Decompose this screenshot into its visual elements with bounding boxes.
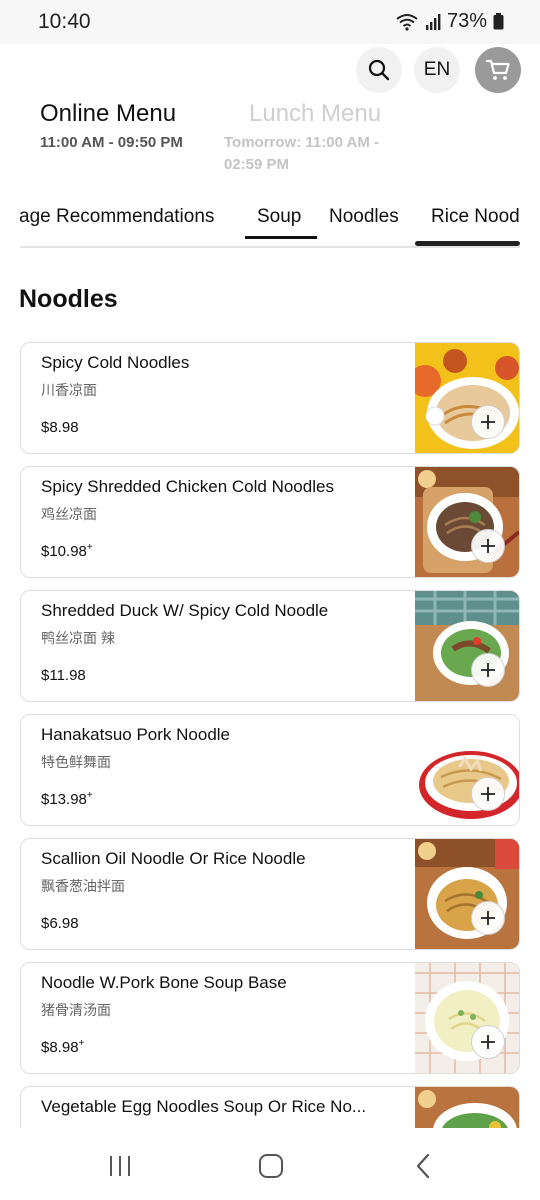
- item-price-value: $13.98: [41, 791, 87, 808]
- item-price-value: $8.98: [41, 419, 79, 436]
- item-price-value: $10.98: [41, 543, 87, 560]
- item-name: Hanakatsuo Pork Noodle: [41, 725, 231, 744]
- menu-item-card[interactable]: Spicy Shredded Chicken Cold Noodles 鸡丝凉面…: [20, 466, 520, 578]
- item-photo: [415, 963, 519, 1073]
- menu-hours: 11:00 AM - 09:50 PM: [40, 134, 183, 151]
- battery-icon: [493, 13, 504, 30]
- item-name: Noodle W.Pork Bone Soup Base: [41, 973, 287, 992]
- item-price: $13.98+: [41, 790, 93, 808]
- item-name: Scallion Oil Noodle Or Rice Noodle: [41, 849, 306, 868]
- wifi-icon: [396, 13, 418, 31]
- plus-icon: [481, 787, 495, 801]
- add-to-cart-button[interactable]: [471, 1025, 505, 1059]
- item-name: Shredded Duck W/ Spicy Cold Noodle: [41, 601, 329, 620]
- plus-icon: [481, 663, 495, 677]
- search-icon: [368, 59, 390, 81]
- menu-item-card[interactable]: Hanakatsuo Pork Noodle 特色鲜舞面 $13.98+: [20, 714, 520, 826]
- menu-tab-online[interactable]: Online Menu 11:00 AM - 09:50 PM: [40, 100, 210, 154]
- category-scroll-track: [20, 246, 520, 248]
- item-chinese-name: 鸭丝凉面 辣: [41, 630, 115, 646]
- menu-item-card[interactable]: Shredded Duck W/ Spicy Cold Noodle 鸭丝凉面 …: [20, 590, 520, 702]
- menu-name: Lunch Menu: [249, 100, 382, 127]
- category-tab-rice-noodles[interactable]: Rice Nood: [431, 206, 520, 228]
- recent-apps-icon[interactable]: [108, 1154, 132, 1178]
- signal-icon: [425, 13, 441, 30]
- back-icon[interactable]: [414, 1153, 432, 1179]
- category-scrollbar[interactable]: [415, 241, 520, 246]
- item-chinese-name: 猪骨清汤面: [41, 1002, 111, 1018]
- item-price-value: $6.98: [41, 915, 79, 932]
- add-to-cart-button[interactable]: [471, 405, 505, 439]
- item-price: $8.98: [41, 418, 79, 436]
- cart-icon: [485, 59, 510, 80]
- item-photo: [415, 591, 519, 701]
- menu-hours-line1: Tomorrow: 11:00 AM -: [224, 134, 380, 151]
- cart-button[interactable]: [475, 47, 521, 93]
- system-navigation-bar: [0, 1128, 540, 1200]
- item-photo: [415, 467, 519, 577]
- item-chinese-name: 飘香葱油拌面: [41, 878, 125, 894]
- plus-icon: [481, 1035, 495, 1049]
- plus-icon: [481, 415, 495, 429]
- item-price-value: $11.98: [41, 667, 86, 684]
- item-name: Spicy Cold Noodles: [41, 353, 190, 372]
- item-chinese-name: 特色鲜舞面: [41, 754, 111, 770]
- menu-item-card[interactable]: Noodle W.Pork Bone Soup Base 猪骨清汤面 $8.98…: [20, 962, 520, 1074]
- search-button[interactable]: [356, 47, 402, 93]
- category-tab-recommendations[interactable]: age Recommendations: [19, 206, 214, 228]
- item-chinese-name: 川香凉面: [41, 382, 97, 398]
- selected-tab-indicator: [245, 236, 317, 239]
- category-tab-soup[interactable]: Soup: [257, 206, 301, 228]
- section-title: Noodles: [19, 285, 118, 313]
- item-price: $11.98: [41, 666, 86, 684]
- menu-item-card[interactable]: Scallion Oil Noodle Or Rice Noodle 飘香葱油拌…: [20, 838, 520, 950]
- item-price: $6.98: [41, 914, 79, 932]
- item-name: Spicy Shredded Chicken Cold Noodles: [41, 477, 334, 496]
- menu-tab-lunch[interactable]: Lunch Menu Tomorrow: 11:00 AM - 02:59 PM: [224, 100, 404, 176]
- status-time: 10:40: [38, 10, 91, 33]
- item-price-value: $8.98: [41, 1039, 79, 1056]
- status-bar: 10:40 73%: [0, 0, 540, 44]
- language-button[interactable]: EN: [414, 47, 460, 93]
- menu-hours-line2: 02:59 PM: [224, 156, 290, 173]
- add-to-cart-button[interactable]: [471, 901, 505, 935]
- battery-percent: 73%: [446, 10, 487, 32]
- status-icons: 73%: [395, 10, 504, 33]
- item-price-plus: +: [86, 542, 93, 553]
- item-price: $10.98+: [41, 542, 93, 560]
- item-price-plus: +: [86, 790, 93, 801]
- item-price-plus: +: [78, 1038, 85, 1049]
- item-price: $8.98+: [41, 1038, 84, 1056]
- home-icon[interactable]: [258, 1153, 284, 1179]
- plus-icon: [481, 539, 495, 553]
- item-photo: [415, 715, 519, 825]
- menu-name: Online Menu: [40, 100, 177, 127]
- add-to-cart-button[interactable]: [471, 653, 505, 687]
- item-photo: [415, 839, 519, 949]
- category-tabs: age Recommendations Soup Noodles Rice No…: [0, 198, 540, 242]
- menu-item-card[interactable]: Spicy Cold Noodles 川香凉面 $8.98: [20, 342, 520, 454]
- add-to-cart-button[interactable]: [471, 529, 505, 563]
- plus-icon: [481, 911, 495, 925]
- category-tab-noodles[interactable]: Noodles: [329, 206, 399, 228]
- add-to-cart-button[interactable]: [471, 777, 505, 811]
- item-name: Vegetable Egg Noodles Soup Or Rice No...: [41, 1097, 367, 1116]
- item-chinese-name: 鸡丝凉面: [41, 506, 97, 522]
- item-photo: [415, 343, 519, 453]
